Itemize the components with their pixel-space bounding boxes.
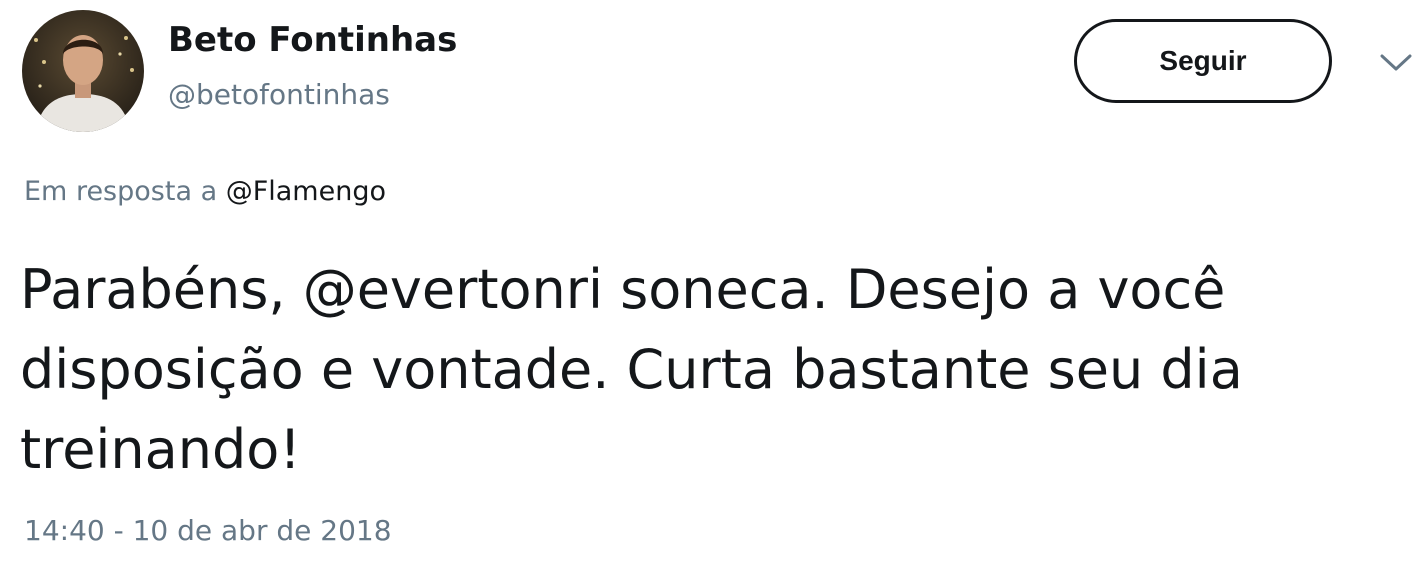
tweet-text: Parabéns, @evertonri soneca. Desejo a vo… bbox=[20, 250, 1410, 490]
author-handle[interactable]: @betofontinhas bbox=[168, 78, 390, 111]
reply-context: Em resposta a @Flamengo bbox=[24, 176, 386, 207]
tweet-timestamp[interactable]: 14:40 - 10 de abr de 2018 bbox=[24, 514, 392, 547]
tweet-text-line: treinando! bbox=[20, 418, 301, 481]
follow-button[interactable]: Seguir bbox=[1074, 19, 1332, 103]
author-display-name[interactable]: Beto Fontinhas bbox=[168, 20, 457, 60]
chevron-down-icon[interactable] bbox=[1378, 50, 1414, 74]
avatar[interactable] bbox=[22, 10, 144, 132]
reply-context-prefix: Em resposta a bbox=[24, 176, 218, 207]
reply-mention-link[interactable]: @Flamengo bbox=[226, 176, 386, 207]
tweet-text-line: Parabéns, @evertonri soneca. Desejo a vo… bbox=[20, 258, 1226, 321]
tweet-text-line: disposição e vontade. Curta bastante seu… bbox=[20, 338, 1243, 401]
